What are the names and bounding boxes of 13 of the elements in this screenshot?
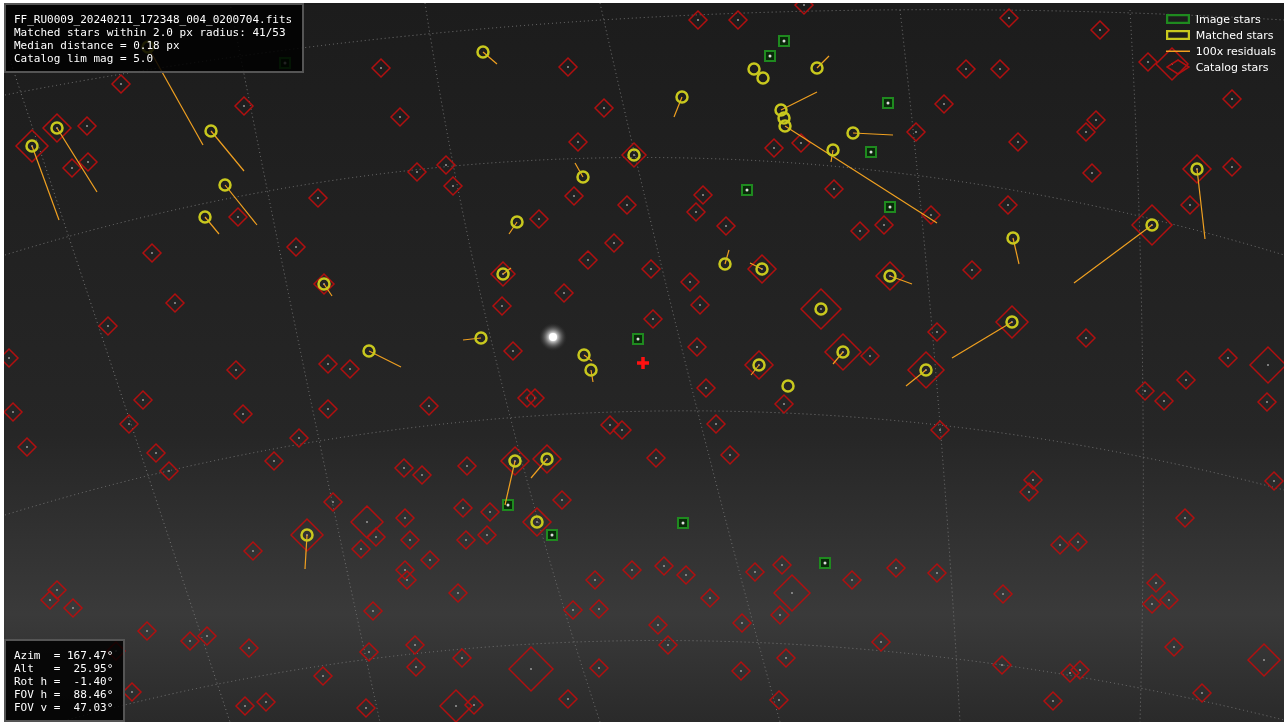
info-text: Median distance = 0.18 px (14, 39, 180, 52)
legend-label: 100x residuals (1195, 44, 1276, 58)
info-text: Alt = 25.95° (14, 662, 114, 675)
legend-label: Catalog stars (1195, 60, 1269, 74)
info-text: FF_RU0009_20240211_172348_004_0200704.fits (14, 13, 293, 26)
info-text: Matched stars within 2.0 px radius: 41/53 (14, 26, 286, 39)
info-text: FOV v = 47.03° (14, 701, 114, 714)
info-text: FOV h = 88.46° (14, 688, 114, 701)
info-text: Catalog lim mag = 5.0 (14, 52, 154, 65)
legend-label: Matched stars (1195, 28, 1274, 42)
info-text: Rot h = -1.40° (14, 675, 114, 688)
legend-label: Image stars (1195, 12, 1261, 26)
info-text: Azim = 167.47° (14, 649, 114, 662)
